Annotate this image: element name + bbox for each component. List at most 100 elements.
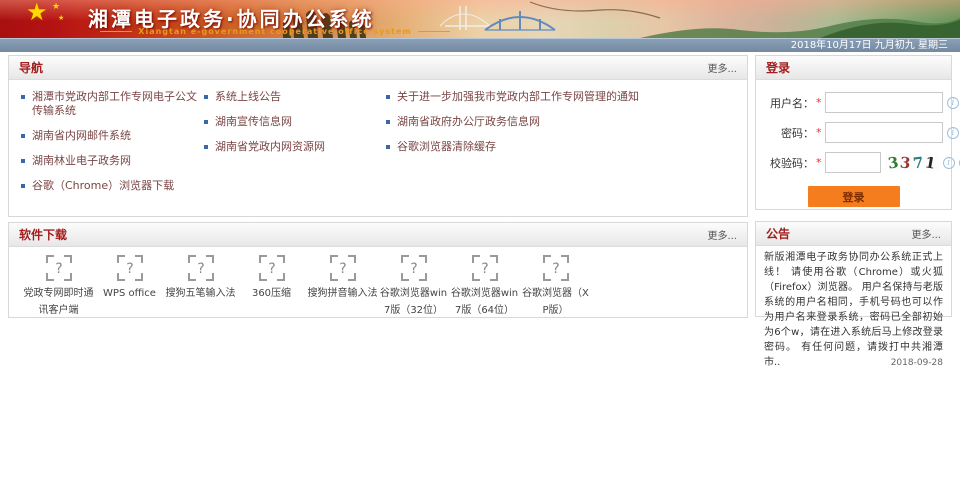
nav-links-area: 湘潭市党政内部工作专网电子公文传输系统湖南省内网邮件系统湖南林业电子政务网谷歌（… — [9, 80, 747, 204]
login-panel-header: 登录 — [756, 56, 951, 80]
bullet-icon — [386, 95, 390, 99]
bullet-icon — [21, 134, 25, 138]
nav-link-label: 关于进一步加强我市党政内部工作专网管理的通知 — [397, 90, 639, 104]
nav-link[interactable]: 湖南林业电子政务网 — [21, 154, 204, 168]
nav-link-label: 系统上线公告 — [215, 90, 281, 104]
password-info-icon[interactable]: i — [947, 127, 959, 139]
bullet-icon — [21, 184, 25, 188]
nav-link[interactable]: 湖南省政府办公厅政务信息网 — [386, 115, 747, 129]
notice-body: 新版湘潭电子政务协同办公系统正式上线！ 请使用谷歌（Chrome）或火狐（Fir… — [756, 246, 951, 370]
nav-link-label: 湘潭市党政内部工作专网电子公文传输系统 — [32, 90, 204, 118]
svg-text:?: ? — [552, 261, 559, 277]
nav-link-label: 谷歌（Chrome）浏览器下载 — [32, 179, 174, 193]
captcha-digit: 7 — [912, 153, 924, 172]
date-bar: 2018年10月17日 九月初九 星期三 — [0, 38, 960, 52]
subtitle-line — [418, 31, 450, 32]
software-item[interactable]: ? 谷歌浏览器win7版（32位） — [378, 255, 449, 319]
software-item[interactable]: ? 谷歌浏览器win7版（64位） — [449, 255, 520, 319]
required-mark: * — [816, 126, 823, 139]
flag-small-star-icon: ★ — [52, 2, 60, 12]
bullet-icon — [204, 95, 208, 99]
software-panel-title: 软件下载 — [19, 226, 67, 243]
software-item-label: 谷歌浏览器win7版（32位） — [378, 285, 449, 319]
nav-panel-header: 导航 更多... — [9, 56, 747, 80]
captcha-row: 校验码： * 3371 i i — [762, 152, 945, 173]
site-subtitle: Xiangtan e-government cooperative office… — [138, 27, 411, 36]
nav-link-label: 湖南省党政内网资源网 — [215, 140, 325, 154]
svg-text:?: ? — [268, 261, 275, 277]
notice-more-link[interactable]: 更多... — [911, 226, 941, 241]
nav-link[interactable]: 谷歌浏览器清除缓存 — [386, 140, 747, 154]
nav-link[interactable]: 湘潭市党政内部工作专网电子公文传输系统 — [21, 90, 204, 118]
broken-image-icon: ? — [117, 255, 143, 281]
bullet-icon — [386, 120, 390, 124]
software-item[interactable]: ? 360压缩 — [236, 255, 307, 319]
software-item-label: WPS office — [103, 285, 156, 302]
nav-panel-title: 导航 — [19, 59, 43, 76]
software-item-label: 搜狗五笔输入法 — [166, 285, 236, 302]
nav-column: 关于进一步加强我市党政内部工作专网管理的通知湖南省政府办公厅政务信息网谷歌浏览器… — [386, 90, 747, 204]
broken-image-icon: ? — [330, 255, 356, 281]
username-info-icon[interactable]: i — [947, 97, 959, 109]
username-row: 用户名： * i — [762, 92, 945, 113]
nav-link[interactable]: 谷歌（Chrome）浏览器下载 — [21, 179, 204, 193]
subtitle-line — [100, 31, 132, 32]
bullet-icon — [386, 145, 390, 149]
nav-link[interactable]: 湖南宣传信息网 — [204, 115, 386, 129]
nav-link-label: 谷歌浏览器清除缓存 — [397, 140, 496, 154]
login-panel: 登录 用户名： * i 密码： * i 校验码： * — [755, 55, 952, 210]
software-item[interactable]: ? 搜狗五笔输入法 — [165, 255, 236, 319]
username-label: 用户名： — [762, 95, 814, 111]
software-item[interactable]: ? WPS office — [94, 255, 165, 319]
password-label: 密码： — [762, 125, 814, 141]
captcha-digit: 3 — [887, 153, 900, 172]
software-item-label: 搜狗拼音输入法 — [308, 285, 378, 302]
required-mark: * — [816, 96, 823, 109]
required-mark: * — [816, 156, 823, 169]
bullet-icon — [204, 145, 208, 149]
password-input[interactable] — [825, 122, 943, 143]
nav-link[interactable]: 湖南省内网邮件系统 — [21, 129, 204, 143]
software-item[interactable]: ? 谷歌浏览器（XP版） — [520, 255, 591, 319]
captcha-digit: 1 — [924, 153, 937, 173]
software-item[interactable]: ? 党政专网即时通讯客户端 — [23, 255, 94, 319]
software-item-label: 谷歌浏览器（XP版） — [520, 285, 591, 319]
svg-text:?: ? — [126, 261, 133, 277]
flag-star-icon: ★ — [26, 0, 48, 26]
broken-image-icon: ? — [46, 255, 72, 281]
captcha-input[interactable] — [825, 152, 881, 173]
nav-link-label: 湖南省政府办公厅政务信息网 — [397, 115, 540, 129]
software-more-link[interactable]: 更多... — [707, 227, 737, 242]
nav-column: 湘潭市党政内部工作专网电子公文传输系统湖南省内网邮件系统湖南林业电子政务网谷歌（… — [21, 90, 204, 204]
site-subtitle-row: Xiangtan e-government cooperative office… — [100, 27, 450, 36]
software-item[interactable]: ? 搜狗拼音输入法 — [307, 255, 378, 319]
nav-link[interactable]: 关于进一步加强我市党政内部工作专网管理的通知 — [386, 90, 747, 104]
right-column: 登录 用户名： * i 密码： * i 校验码： * — [755, 55, 952, 317]
main-content: 导航 更多... 湘潭市党政内部工作专网电子公文传输系统湖南省内网邮件系统湖南林… — [0, 52, 960, 318]
nav-link-label: 湖南林业电子政务网 — [32, 154, 131, 168]
login-button[interactable]: 登录 — [808, 186, 900, 207]
captcha-refresh-icon[interactable]: i — [943, 157, 955, 169]
nav-link[interactable]: 湖南省党政内网资源网 — [204, 140, 386, 154]
left-column: 导航 更多... 湘潭市党政内部工作专网电子公文传输系统湖南省内网邮件系统湖南林… — [8, 55, 748, 318]
nav-more-link[interactable]: 更多... — [707, 60, 737, 75]
broken-image-icon: ? — [543, 255, 569, 281]
nav-link-label: 湖南省内网邮件系统 — [32, 129, 131, 143]
software-panel: 软件下载 更多... ? 党政专网即时通讯客户端 ? WPS office ? … — [8, 222, 748, 318]
top-banner: ★ ★ ★ 湘潭电子政务·协同办公系统 Xiangtan e-governmen… — [0, 0, 960, 38]
notice-panel: 公告 更多... 新版湘潭电子政务协同办公系统正式上线！ 请使用谷歌（Chrom… — [755, 221, 952, 317]
login-panel-title: 登录 — [766, 59, 790, 76]
nav-panel: 导航 更多... 湘潭市党政内部工作专网电子公文传输系统湖南省内网邮件系统湖南林… — [8, 55, 748, 217]
svg-text:?: ? — [339, 261, 346, 277]
captcha-digit: 3 — [900, 153, 912, 172]
login-button-row: 登录 — [762, 186, 945, 207]
svg-text:?: ? — [197, 261, 204, 277]
broken-image-icon: ? — [259, 255, 285, 281]
nav-link[interactable]: 系统上线公告 — [204, 90, 386, 104]
captcha-image[interactable]: 3371 — [885, 154, 939, 172]
bullet-icon — [21, 159, 25, 163]
svg-text:?: ? — [481, 261, 488, 277]
notice-panel-header: 公告 更多... — [756, 222, 951, 246]
username-input[interactable] — [825, 92, 943, 113]
notice-date: 2018-09-28 — [891, 356, 943, 371]
